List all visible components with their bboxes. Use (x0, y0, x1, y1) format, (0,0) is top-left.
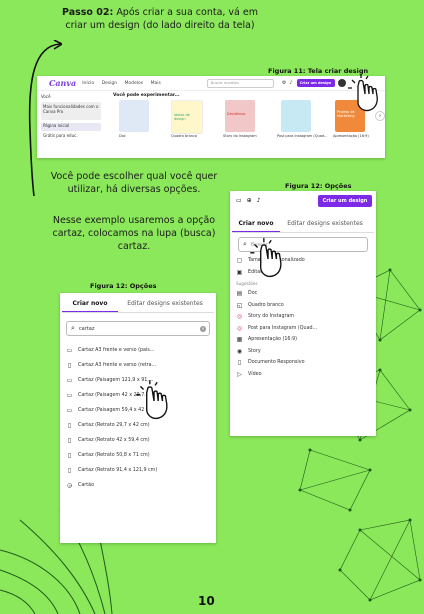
bell-icon[interactable]: ♪ (289, 80, 292, 86)
bell-icon[interactable]: ♪ (257, 197, 261, 204)
presentation-icon: ▦ (236, 336, 243, 344)
video-icon: ▷ (237, 370, 242, 378)
list-item[interactable]: ◎ Story do Instagram (236, 311, 370, 323)
thumb-whiteboard[interactable]: Ideias de design (171, 100, 203, 134)
tab-create-new[interactable]: Criar novo (62, 295, 118, 312)
pointer-hand-icon (348, 74, 378, 112)
thumb-label: Apresentação (16:9) (333, 134, 369, 138)
paragraph-example: Nesse exemplo usaremos a opção cartaz, c… (52, 215, 216, 252)
create-design-button[interactable]: Criar um design (318, 195, 372, 207)
present-icon[interactable]: ▭ (236, 197, 242, 204)
thumb-label: Doc (119, 134, 126, 138)
sidebar-item[interactable]: Página inicial (41, 123, 101, 131)
list-item[interactable]: ◱ Quadro branco (236, 300, 370, 312)
tabs: Criar novo Editar designs existentes (62, 295, 214, 313)
list-item[interactable]: ▷ Vídeo (236, 369, 370, 381)
canva-logo: Canva (49, 78, 77, 88)
add-icon[interactable]: ⊕ (247, 197, 252, 204)
poster-portrait-icon: ▯ (67, 452, 72, 459)
poster-portrait-icon: ▯ (67, 437, 72, 444)
page-number: 10 (198, 594, 215, 608)
toolbar: ▭ ⊕ ♪ (236, 197, 266, 204)
list-item[interactable]: ◎ Post para Instagram (Quad... (236, 323, 370, 335)
list-item[interactable]: ▯ Cartaz (Retrato 42 x 59,4 cm) (66, 433, 212, 448)
top-nav: Início Design Modelos Mais (82, 81, 167, 86)
tab-edit-existing[interactable]: Editar designs existentes (118, 295, 212, 312)
doc-icon: ▤ (236, 290, 243, 298)
clear-icon[interactable]: × (200, 325, 206, 332)
poster-portrait-icon: ▯ (67, 467, 72, 474)
card-icon: ◶ (66, 482, 73, 489)
pointer-hand-icon (250, 238, 282, 277)
thumb-label: Quadro branco (171, 134, 198, 138)
thumb-label: Story do Instagram (223, 134, 257, 138)
sidebar-item[interactable]: Grátis para educ. (41, 133, 101, 141)
tab-edit-existing[interactable]: Editar designs existentes (280, 215, 370, 232)
list-item[interactable]: ◉ Story (236, 346, 370, 358)
list-item[interactable]: ▭ Cartaz A3 frente e verso (pais... (66, 343, 212, 358)
step-title: Passo 02: (62, 7, 114, 18)
section-label: Você pode experimentar... (113, 93, 180, 98)
nav-item[interactable]: Modelos (125, 81, 144, 86)
figure-12a-screenshot: ▭ ⊕ ♪ Criar um design Criar novo Editar … (230, 191, 376, 436)
list-item[interactable]: ▯ Cartaz A3 frente e verso (retra... (66, 358, 212, 373)
poster-landscape-icon: ▭ (66, 407, 73, 414)
sidebar: Você Mais funcionalidades com o Canva Pr… (41, 94, 101, 141)
document-icon: ▯ (237, 359, 242, 367)
gear-icon[interactable]: ⚙ (282, 80, 286, 86)
instagram-icon: ◎ (236, 324, 243, 332)
thumb-story[interactable]: Decidimos (225, 100, 255, 132)
tabs: Criar novo Editar designs existentes (232, 215, 374, 233)
figure-11-screenshot: Canva Início Design Modelos Mais Buscar … (37, 76, 385, 158)
list-item[interactable]: ▯ Cartaz (Retrato 91,4 x 121,9 cm) (66, 463, 212, 478)
search-input[interactable]: Buscar modelos (206, 78, 274, 88)
thumb-doc[interactable] (119, 100, 149, 132)
figure-12b-caption: Figura 12: Opções (90, 282, 157, 290)
tab-create-new[interactable]: Criar novo (232, 215, 280, 232)
search-input[interactable]: ⌕ cartaz × (66, 321, 210, 336)
nav-item[interactable]: Design (102, 81, 118, 86)
photo-icon: ▣ (236, 268, 243, 276)
thumb-label: Post para Instagram (Quad... (277, 134, 328, 138)
whiteboard-icon: ◱ (236, 301, 243, 309)
list-item[interactable]: ▯ Documento Responsivo (236, 357, 370, 369)
resize-icon: ▢ (236, 257, 243, 265)
list-item[interactable]: ▦ Apresentação (16:9) (236, 334, 370, 346)
nav-item[interactable]: Início (82, 81, 94, 86)
thumb-post[interactable] (281, 100, 311, 132)
create-design-button[interactable]: Criar um design (296, 79, 335, 87)
poster-landscape-icon: ▭ (66, 347, 73, 354)
poster-landscape-icon: ▭ (66, 392, 73, 399)
poster-portrait-icon: ▯ (67, 422, 72, 429)
story-icon: ◉ (236, 347, 243, 355)
paragraph-choose: Você pode escolher qual você quer utiliz… (50, 171, 218, 195)
instagram-icon: ◎ (236, 313, 243, 321)
poster-portrait-icon: ▯ (67, 362, 72, 369)
sidebar-item[interactable]: Você (41, 94, 101, 102)
figure-12a-caption: Figura 12: Opções (285, 182, 352, 190)
pointer-hand-icon (136, 380, 168, 419)
search-icon: ⌕ (71, 324, 75, 332)
sidebar-promo[interactable]: Mais funcionalidades com o Canva Pro (41, 102, 101, 120)
list-item[interactable]: ▯ Cartaz (Retrato 50,8 x 71 cm) (66, 448, 212, 463)
poster-landscape-icon: ▭ (66, 377, 73, 384)
canva-top-bar: Canva Início Design Modelos Mais Buscar … (37, 76, 385, 91)
list-item[interactable]: ▤ Doc (236, 288, 370, 300)
step-heading: Passo 02: Após criar a sua conta, vá em … (60, 6, 260, 32)
list-item[interactable]: ◶ Cartão (66, 478, 212, 493)
nav-item[interactable]: Mais (151, 81, 161, 86)
